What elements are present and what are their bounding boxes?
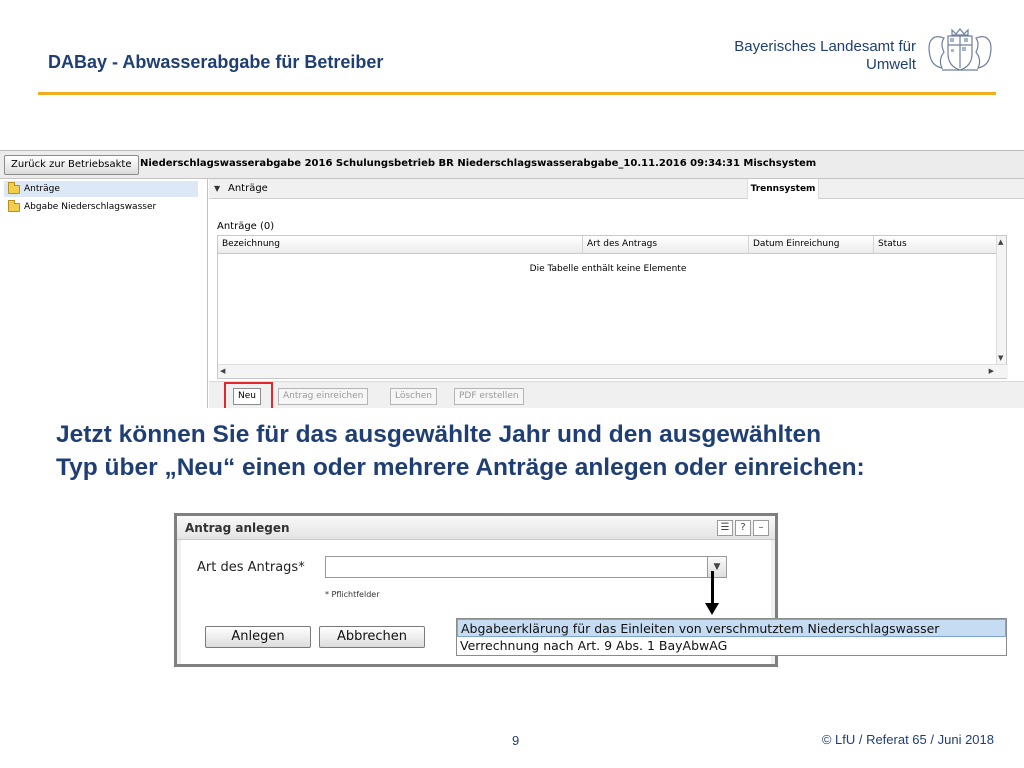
tree-item-abgabe-niederschlagswasser[interactable]: Abgabe Niederschlagswasser (8, 199, 156, 215)
submit-application-button[interactable]: Antrag einreichen (278, 388, 369, 405)
minimize-icon[interactable]: – (753, 520, 769, 536)
tree-item-antraege[interactable]: Anträge (4, 181, 198, 197)
chevron-down-icon[interactable]: ▼ (707, 556, 727, 578)
tree-item-label: Abgabe Niederschlagswasser (24, 202, 157, 212)
explanation-line2: Typ über „Neu“ einen oder mehrere Anträg… (56, 454, 865, 481)
antraege-panel: ▼ Anträge Trennsystem Anträge (0) Bezeic… (209, 179, 1024, 408)
dialog-title: Antrag anlegen (185, 521, 290, 535)
column-header-art[interactable]: Art des Antrags (583, 236, 749, 254)
coat-of-arms-logo (928, 28, 992, 71)
tab-trennsystem[interactable]: Trennsystem (747, 179, 819, 199)
navigation-tree: Anträge Abgabe Niederschlagswasser (0, 179, 208, 408)
header-rule (38, 92, 996, 95)
new-button[interactable]: Neu (233, 388, 261, 405)
explanation-line1: Jetzt können Sie für das ausgewählte Jah… (56, 421, 822, 448)
antraege-table: Bezeichnung Art des Antrags Datum Einrei… (217, 235, 1008, 379)
table-button-bar: Neu Antrag einreichen Löschen PDF erstel… (209, 381, 1024, 408)
explanation-text: Jetzt können Sie für das ausgewählte Jah… (56, 418, 1016, 484)
folder-icon (8, 181, 20, 194)
application-type-select[interactable] (325, 556, 727, 578)
application-type-options: Abgabeerklärung für das Einleiten von ve… (456, 618, 1007, 656)
empty-table-message: Die Tabelle enthält keine Elemente (529, 264, 687, 274)
antraege-count: Anträge (0) (217, 221, 275, 232)
required-fields-note: * Pflichtfelder (325, 590, 380, 599)
scroll-down-icon[interactable]: ▼ (998, 354, 1003, 362)
vertical-scrollbar[interactable]: ▲ ▼ (996, 236, 1006, 364)
agency-name-line2: Umwelt (865, 56, 916, 73)
horizontal-scrollbar[interactable]: ◀ ▶ (218, 364, 1008, 378)
collapse-icon[interactable]: ▼ (214, 184, 220, 193)
agency-name: Bayerisches Landesamt für Umwelt (734, 38, 916, 74)
back-to-file-button[interactable]: Zurück zur Betriebsakte (4, 155, 139, 175)
option-verrechnung[interactable]: Verrechnung nach Art. 9 Abs. 1 BayAbwAG (457, 637, 1006, 655)
panel-title: Anträge (228, 183, 268, 194)
scroll-up-icon[interactable]: ▲ (998, 238, 1003, 246)
column-header-status[interactable]: Status (874, 236, 998, 254)
app-screenshot: Zurück zur Betriebsakte Niederschlagswas… (0, 150, 1024, 408)
column-header-datum[interactable]: Datum Einreichung (749, 236, 874, 254)
dialog-titlebar: Antrag anlegen ☰ ? – (177, 516, 775, 540)
tree-item-label: Anträge (24, 184, 60, 194)
scroll-right-icon[interactable]: ▶ (989, 367, 994, 375)
column-header-bezeichnung[interactable]: Bezeichnung (218, 236, 583, 254)
context-title: Niederschlagswasserabgabe 2016 Schulungs… (140, 158, 817, 169)
page-number: 9 (512, 733, 520, 748)
scroll-left-icon[interactable]: ◀ (220, 367, 225, 375)
panel-header: ▼ Anträge Trennsystem (209, 179, 1024, 199)
comment-icon[interactable]: ☰ (717, 520, 733, 536)
app-toolbar: Zurück zur Betriebsakte Niederschlagswas… (0, 151, 1024, 179)
agency-name-line1: Bayerisches Landesamt für (734, 38, 916, 55)
cancel-button[interactable]: Abbrechen (319, 626, 425, 648)
application-type-label: Art des Antrags* (197, 560, 305, 575)
arrow-head-icon (705, 603, 719, 615)
create-button[interactable]: Anlegen (205, 626, 311, 648)
copyright: © LfU / Referat 65 / Juni 2018 (821, 732, 994, 747)
delete-button[interactable]: Löschen (390, 388, 437, 405)
table-header: Bezeichnung Art des Antrags Datum Einrei… (218, 236, 998, 254)
create-pdf-button[interactable]: PDF erstellen (454, 388, 524, 405)
folder-icon (8, 199, 20, 212)
arrow-down-icon (711, 571, 714, 607)
option-abgabeerklaerung[interactable]: Abgabeerklärung für das Einleiten von ve… (457, 619, 1006, 637)
help-icon[interactable]: ? (735, 520, 751, 536)
slide-title: DABay - Abwasserabgabe für Betreiber (48, 52, 384, 72)
